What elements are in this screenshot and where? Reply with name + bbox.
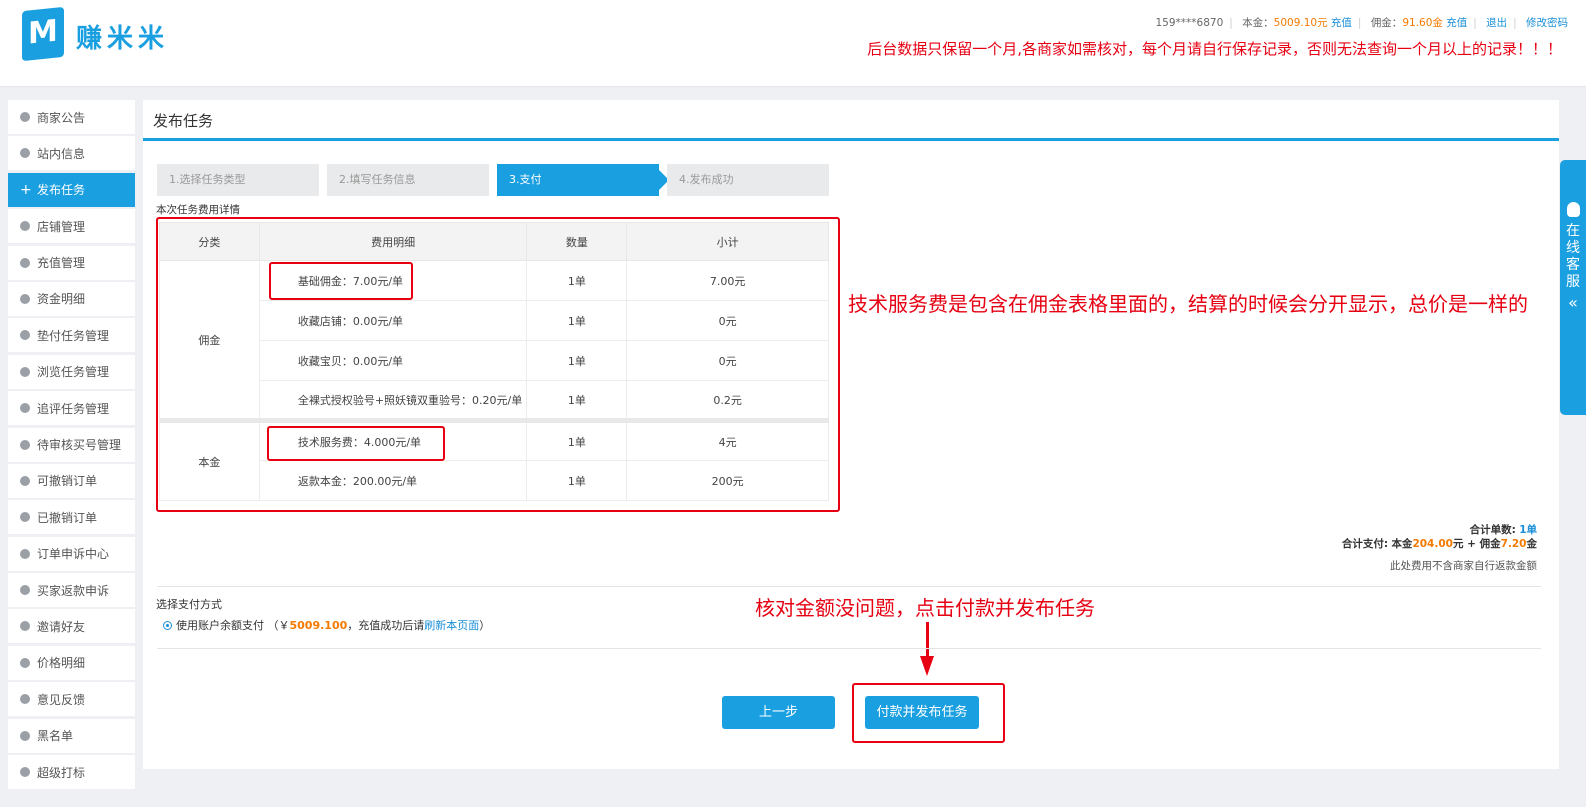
sidebar-item-feedback[interactable]: 意见反馈 — [8, 682, 135, 717]
chevron-left-icon: « — [1568, 293, 1578, 312]
eye-icon — [20, 475, 30, 486]
annotation-arrow-line — [926, 622, 929, 658]
title-divider — [143, 138, 1559, 141]
payment-balance-value: 5009.100 — [289, 618, 348, 632]
sidebar-item-refund-appeals[interactable]: 买家返款申诉 — [8, 573, 135, 608]
logout-link[interactable]: 退出 — [1486, 17, 1507, 29]
sidebar-item-announcements[interactable]: 商家公告 — [8, 100, 135, 134]
online-service-label: 在线客服 — [1566, 223, 1580, 290]
radio-selected-icon[interactable] — [163, 620, 172, 630]
sidebar-item-recharge[interactable]: 充值管理 — [8, 245, 135, 280]
principal-label: 本金： — [1242, 17, 1274, 29]
annotation-table-box — [156, 217, 840, 512]
principal-balance: 5009.10元 — [1273, 17, 1328, 29]
payment-option-suffix: ，充值成功后请 — [347, 619, 425, 632]
commission-balance: 91.60金 — [1402, 17, 1443, 29]
sidebar-item-invite-friends[interactable]: 邀请好友 — [8, 609, 135, 644]
step-published: 4.发布成功 — [667, 164, 829, 196]
sidebar-item-advance-tasks[interactable]: 垫付任务管理 — [8, 318, 135, 353]
total-count-value: 1单 — [1519, 524, 1537, 536]
eye-icon — [20, 512, 30, 523]
account-bar: 159****6870 | 本金：5009.10元 充值 | 佣金：91.60金 充… — [1155, 17, 1569, 29]
sidebar-item-shop-management[interactable]: 店铺管理 — [8, 209, 135, 244]
refresh-page-link[interactable]: 刷新本页面 — [424, 617, 479, 633]
online-service-tab[interactable]: 在线客服 « — [1560, 160, 1586, 415]
close-paren: ） — [479, 619, 491, 632]
divider — [157, 586, 1541, 587]
logo-letter: M — [28, 13, 58, 52]
commission-label: 佣金： — [1370, 17, 1403, 29]
smile-icon — [20, 730, 30, 741]
edit-icon — [20, 694, 30, 705]
change-password-link[interactable]: 修改密码 — [1526, 17, 1568, 29]
sidebar-item-cancelable-orders[interactable]: 可撤销订单 — [8, 463, 135, 498]
gear-icon — [20, 657, 30, 668]
message-icon — [20, 148, 30, 159]
sidebar-item-pending-buyers[interactable]: 待审核买号管理 — [8, 427, 135, 462]
sidebar: 商家公告 站内信息 + 发布任务 店铺管理 充值管理 资金明细 垫付任务管理 浏览… — [8, 100, 135, 791]
recharge-principal-link[interactable]: 充值 — [1331, 17, 1352, 29]
fee-details-label: 本次任务费用详情 — [156, 204, 240, 216]
message-icon — [20, 585, 30, 596]
main-panel: 发布任务 1.选择任务类型 2.填写任务信息 3.支付 4.发布成功 本次任务费… — [143, 100, 1559, 769]
jin-text: 金 — [1526, 538, 1538, 550]
gear-icon — [20, 439, 30, 450]
eye-icon — [20, 330, 30, 341]
recharge-commission-link[interactable]: 充值 — [1446, 17, 1467, 29]
sidebar-item-canceled-orders[interactable]: 已撤销订单 — [8, 500, 135, 535]
notice-banner: 后台数据只保留一个月,各商家如需核对，每个月请自行保存记录，否则无法查询一个月以… — [867, 40, 1562, 58]
annotation-fee-note: 技术服务费是包含在佣金表格里面的，结算的时候会分开显示，总价是一样的 — [848, 292, 1528, 316]
principal-text: 本金 — [1391, 538, 1413, 550]
payment-summary: 合计单数: 1单 合计支付: 本金204.00元 + 佣金7.20金 此处费用不… — [1342, 523, 1537, 573]
gear-icon — [20, 257, 30, 268]
sidebar-item-messages[interactable]: 站内信息 — [8, 136, 135, 171]
eye-icon — [20, 366, 30, 377]
phone-number: 159****6870 — [1155, 17, 1224, 29]
payment-option-balance[interactable]: 使用账户余额支付 （￥ 5009.100 ，充值成功后请 刷新本页面） — [163, 617, 490, 633]
megaphone-icon — [20, 621, 30, 632]
pay-and-publish-button[interactable]: 付款并发布任务 — [865, 696, 979, 729]
sidebar-item-blacklist[interactable]: 黑名单 — [8, 718, 135, 753]
gear-icon — [20, 221, 30, 232]
annotation-pay-note: 核对金额没问题，点击付款并发布任务 — [755, 596, 1095, 620]
page-title: 发布任务 — [153, 112, 214, 130]
eye-icon — [20, 403, 30, 414]
message-icon — [20, 548, 30, 559]
payment-method-label: 选择支付方式 — [156, 598, 222, 611]
step-fill-info: 2.填写任务信息 — [327, 164, 489, 196]
step-payment: 3.支付 — [497, 164, 669, 196]
sidebar-item-price-details[interactable]: 价格明细 — [8, 645, 135, 680]
arrow-down-icon — [920, 656, 934, 676]
annotation-service-fee-box — [267, 426, 445, 461]
annotation-base-commission-box — [269, 262, 413, 300]
brand-name: 赚米米 — [76, 24, 170, 54]
sidebar-item-followup-tasks[interactable]: 追评任务管理 — [8, 391, 135, 426]
sidebar-item-publish-task[interactable]: + 发布任务 — [8, 172, 135, 207]
step-select-type: 1.选择任务类型 — [157, 164, 319, 196]
sidebar-item-fund-details[interactable]: 资金明细 — [8, 281, 135, 316]
prev-step-button[interactable]: 上一步 — [722, 696, 835, 729]
sidebar-item-browse-tasks[interactable]: 浏览任务管理 — [8, 354, 135, 389]
total-count-label: 合计单数: — [1469, 524, 1516, 536]
yuan-plus-text: 元 + 佣金 — [1452, 538, 1501, 550]
header: M 赚米米 159****6870 | 本金：5009.10元 充值 | 佣金：91… — [0, 0, 1586, 87]
smile-icon — [20, 112, 30, 122]
divider — [157, 648, 1541, 649]
payment-option-text: 使用账户余额支付 （￥ — [176, 619, 290, 632]
logo-icon[interactable]: M — [22, 6, 64, 62]
database-icon — [20, 293, 30, 304]
total-pay-label: 合计支付: — [1341, 538, 1389, 550]
qq-penguin-icon — [1566, 202, 1580, 217]
smile-icon — [20, 767, 30, 778]
sidebar-item-super-tagging[interactable]: 超级打标 — [8, 755, 135, 790]
sidebar-item-order-appeals[interactable]: 订单申诉中心 — [8, 536, 135, 571]
plus-icon: + — [20, 181, 32, 198]
total-commission-amount: 7.20 — [1500, 538, 1527, 550]
summary-note: 此处费用不含商家自行返款金额 — [1390, 560, 1537, 572]
total-principal-amount: 204.00 — [1412, 538, 1453, 550]
